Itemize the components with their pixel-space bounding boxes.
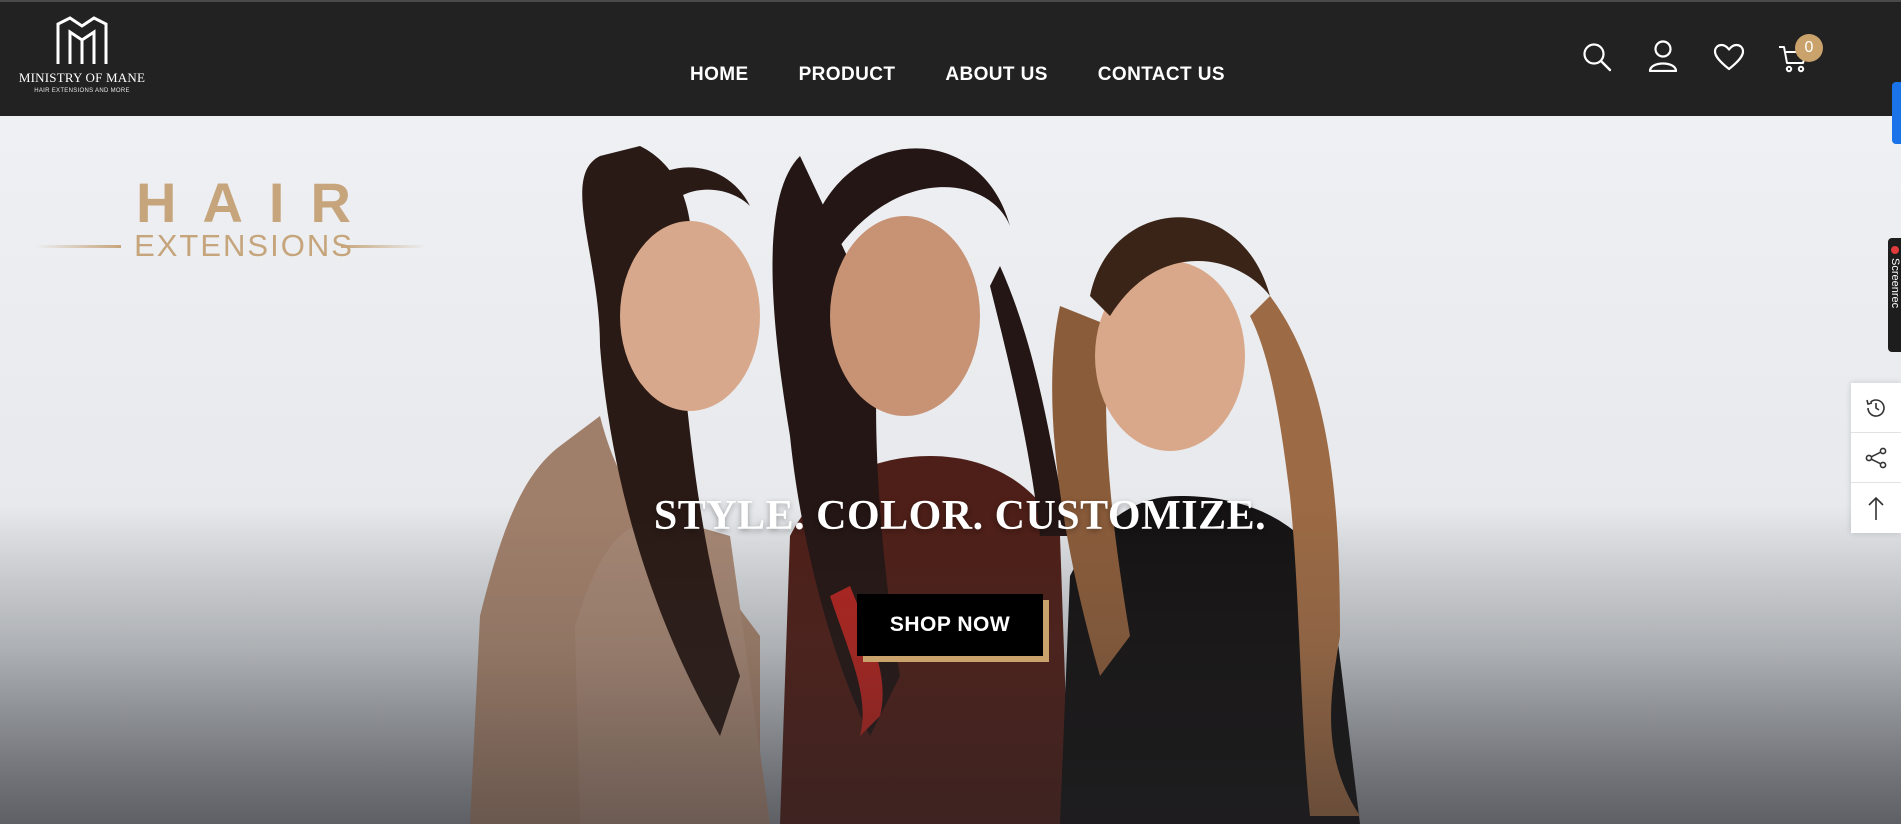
account-icon[interactable]: [1648, 40, 1678, 77]
hero-banner[interactable]: HAIR EXTENSIONS STYLE. COLOR. CUSTOMIZE.…: [0, 116, 1901, 824]
nav-item-contact-us[interactable]: CONTACT US: [1098, 64, 1225, 86]
search-icon[interactable]: [1582, 42, 1612, 77]
hero-heading: STYLE. COLOR. CUSTOMIZE.: [653, 493, 1267, 539]
hero-bottom-border: [0, 824, 1901, 832]
recently-viewed-button[interactable]: [1851, 383, 1901, 433]
wishlist-heart-icon[interactable]: [1713, 43, 1745, 76]
main-navigation: HOME PRODUCT ABOUT US CONTACT US: [690, 64, 1225, 86]
nav-item-about-us[interactable]: ABOUT US: [945, 64, 1047, 86]
brand-name: MINISTRY OF MANE: [18, 70, 146, 85]
cart-count-badge: 0: [1795, 34, 1823, 62]
logo-mark-icon: [56, 16, 108, 64]
nav-item-home[interactable]: HOME: [690, 64, 749, 86]
hair-logo-subtitle: EXTENSIONS: [134, 228, 354, 263]
shop-now-button[interactable]: SHOP NOW: [857, 594, 1043, 656]
share-icon: [1865, 447, 1887, 468]
hair-logo-subtitle-block: EXTENSIONS: [36, 228, 426, 264]
nav-item-product[interactable]: PRODUCT: [799, 64, 896, 86]
decorative-gold-line-left: [36, 245, 121, 248]
brand-tagline: HAIR EXTENSIONS AND MORE: [34, 88, 130, 94]
decorative-gold-line-right: [341, 245, 426, 248]
site-logo[interactable]: MINISTRY OF MANE HAIR EXTENSIONS AND MOR…: [14, 16, 150, 100]
screen-recorder-label: Screenrec: [1889, 258, 1901, 309]
screen-recorder-tab[interactable]: Screenrec: [1888, 238, 1901, 352]
chat-widget-tab[interactable]: [1892, 82, 1901, 144]
share-button[interactable]: [1851, 433, 1901, 483]
hair-logo-title: HAIR: [136, 171, 377, 234]
site-header: MINISTRY OF MANE HAIR EXTENSIONS AND MOR…: [0, 2, 1901, 116]
record-dot-icon: [1891, 246, 1899, 254]
back-to-top-button[interactable]: [1851, 483, 1901, 533]
recently-viewed-history-icon: [1866, 398, 1885, 417]
floating-side-toolbar: [1851, 383, 1901, 533]
back-to-top-arrow-icon: [1868, 496, 1884, 520]
